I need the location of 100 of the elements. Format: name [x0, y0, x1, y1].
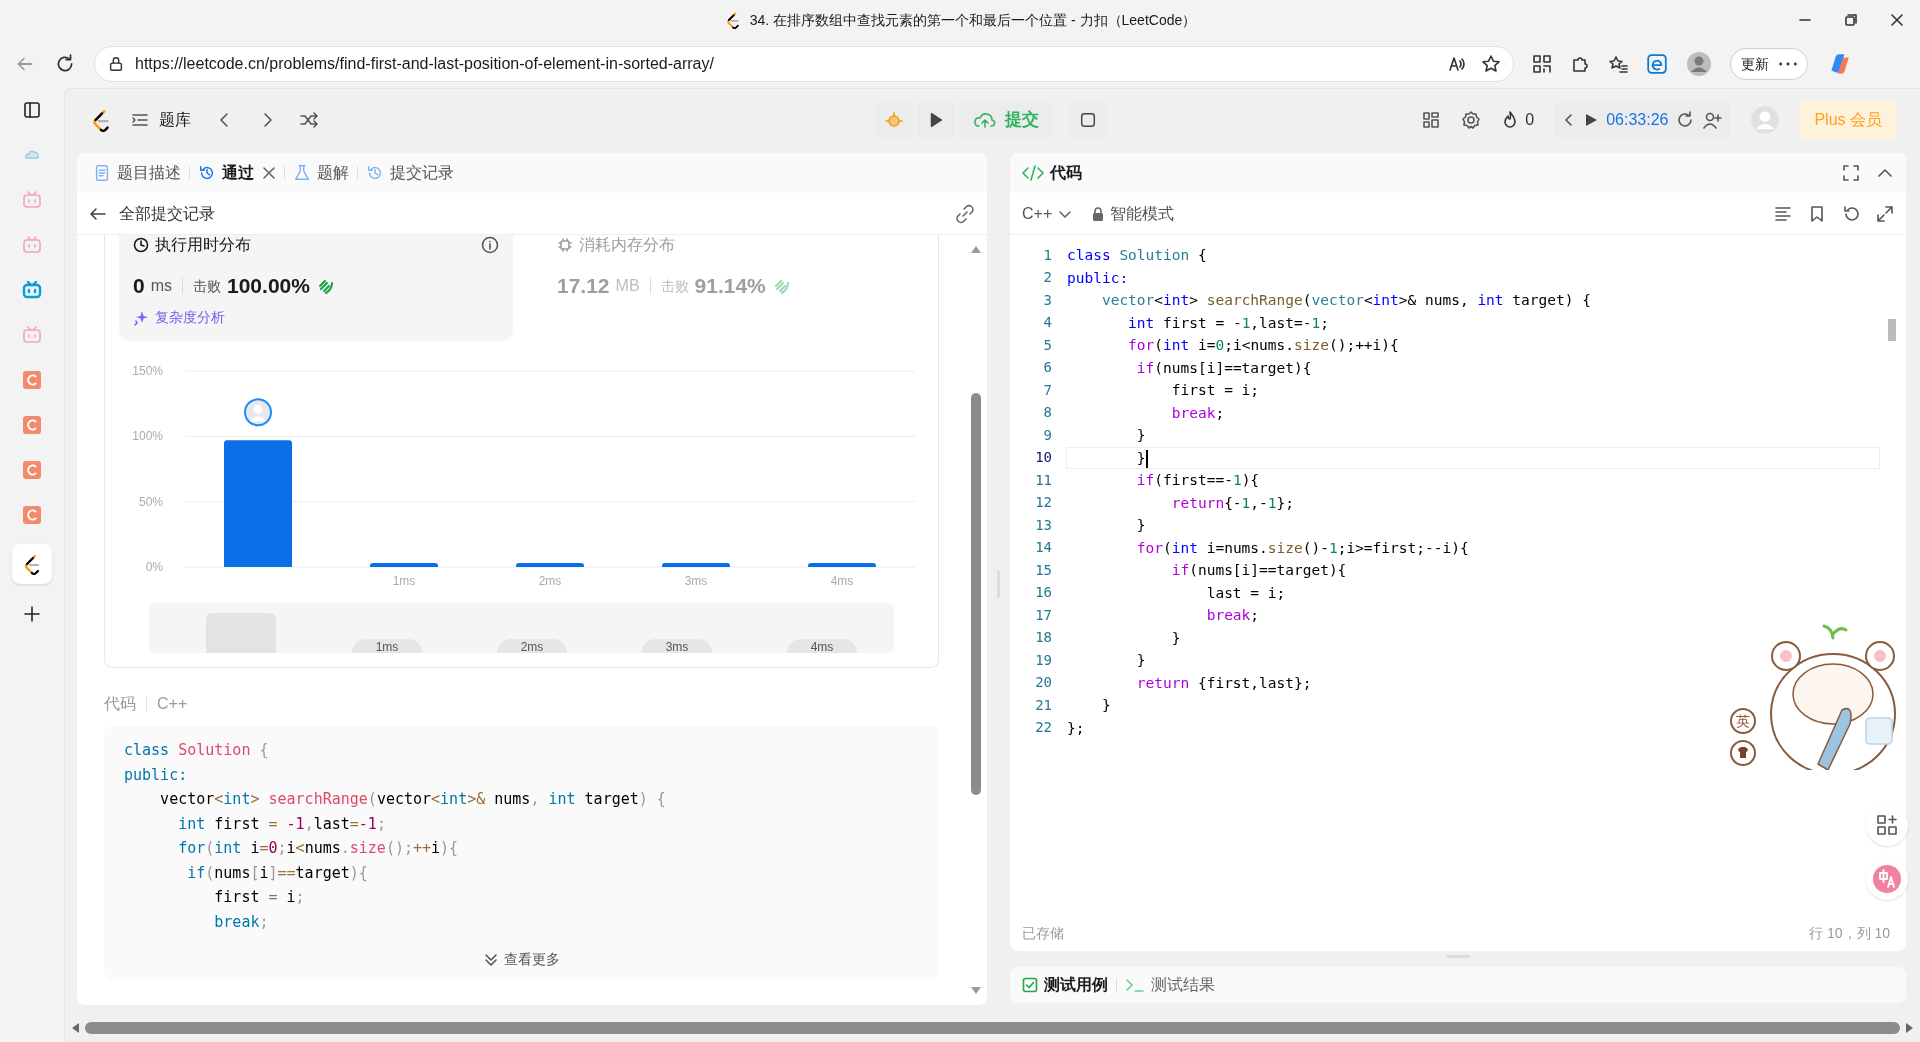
code-line[interactable]: if(nums[i]==target){: [1066, 559, 1348, 582]
code-line[interactable]: public:: [1066, 266, 1130, 289]
add-user-icon[interactable]: [1702, 110, 1723, 130]
star-icon[interactable]: [1481, 54, 1501, 74]
code-line[interactable]: class Solution {: [1066, 244, 1208, 267]
panel-title: 代码: [1050, 163, 1082, 183]
scroll-down-icon[interactable]: [971, 987, 981, 995]
scroll-left-icon[interactable]: [71, 1023, 79, 1033]
show-more-button[interactable]: 查看更多: [483, 949, 560, 970]
window-title: 34. 在排序数组中查找元素的第一个和最后一个位置 - 力扣（LeetCode）: [749, 10, 1197, 30]
axis-label: 100%: [132, 429, 163, 444]
save-status: 已存储: [1022, 924, 1064, 943]
code-line[interactable]: for(int i=0;i<nums.size();++i){: [1066, 334, 1400, 357]
overview-label: 4ms: [787, 639, 857, 653]
puzzle-icon[interactable]: [1570, 54, 1590, 74]
panel-tab[interactable]: 题解: [293, 161, 349, 185]
cloud-upload-icon: [973, 110, 997, 130]
line-number: 11: [1034, 470, 1052, 490]
panel-tab[interactable]: 提交记录: [366, 161, 454, 185]
code-line[interactable]: return {first,last};: [1066, 671, 1313, 694]
shuffle-icon[interactable]: [299, 110, 319, 130]
code-line[interactable]: }: [1066, 626, 1182, 649]
play-icon[interactable]: [1584, 113, 1599, 127]
scrollbar-thumb[interactable]: [971, 393, 981, 795]
address-bar[interactable]: https://leetcode.cn/problems/find-first-and-last-position-of-element-in-sorted-array/: [94, 46, 1514, 82]
panel-tab[interactable]: 测试用例: [1022, 973, 1108, 997]
avatar-icon[interactable]: [1686, 51, 1712, 77]
add-icon[interactable]: [22, 603, 42, 624]
expand-icon[interactable]: [1876, 204, 1894, 223]
complexity-analysis-link[interactable]: 复杂度分析: [133, 307, 499, 328]
favorites-icon[interactable]: [1608, 54, 1628, 74]
history-icon: [198, 164, 216, 182]
format-icon[interactable]: [1774, 204, 1792, 223]
code-line[interactable]: vector<int> searchRange(vector<int>& nums, int target) {: [1066, 289, 1592, 312]
code-line[interactable]: int first = -1,last=-1;: [1066, 311, 1330, 334]
code-line: public:: [124, 764, 189, 786]
beats-label: 击败: [193, 276, 221, 296]
axis-label: 150%: [132, 364, 163, 378]
reset-icon[interactable]: [1676, 111, 1695, 129]
axis-label: 3ms: [684, 574, 708, 588]
code-line[interactable]: break;: [1066, 401, 1226, 424]
code-line[interactable]: first = i;: [1066, 379, 1261, 402]
code-line: for(int i=0;i<nums.size();++i){: [177, 838, 460, 859]
undo-icon[interactable]: [1842, 204, 1860, 223]
line-number: 16: [1034, 583, 1052, 603]
cursor-position: 行 10，列 10: [1809, 924, 1891, 943]
back-link[interactable]: 全部提交记录: [89, 201, 215, 226]
chart-overview[interactable]: 1ms 2ms 3ms 4ms: [149, 603, 894, 653]
scroll-right-icon[interactable]: [1906, 1023, 1914, 1033]
stat-card[interactable]: 执行用时分布 0 ms 击败 100.00% 复杂度分析: [119, 235, 513, 341]
scrollbar-thumb[interactable]: [1888, 319, 1896, 341]
mode-label: 智能模式: [1110, 203, 1175, 224]
read-aloud-icon[interactable]: [1447, 54, 1467, 74]
language-dropdown[interactable]: C++: [1022, 201, 1073, 226]
line-number: 15: [1034, 560, 1052, 580]
browser-logo-icon[interactable]: [1646, 53, 1668, 75]
code-line[interactable]: };: [1066, 716, 1086, 739]
run-icon[interactable]: [917, 101, 955, 139]
line-number: 10: [1034, 448, 1052, 468]
line-number: 9: [1042, 425, 1052, 445]
link-icon[interactable]: [955, 203, 975, 224]
stat-unit: MB: [615, 276, 640, 296]
close-icon[interactable]: [262, 166, 276, 180]
tv-icon[interactable]: [22, 279, 42, 300]
code-line[interactable]: for(int i=nums.size()-1;i>=first;--i){: [1066, 536, 1470, 559]
code-line[interactable]: if(nums[i]==target){: [1066, 356, 1313, 379]
code-line[interactable]: }: [1066, 514, 1147, 537]
update-button[interactable]: 更新: [1730, 48, 1808, 80]
info-icon[interactable]: [481, 236, 499, 254]
code-line[interactable]: if(first==-1){: [1066, 469, 1261, 492]
fullscreen-icon[interactable]: [1842, 164, 1860, 182]
code-line[interactable]: return{-1,-1};: [1066, 491, 1295, 514]
code-line[interactable]: break;: [1066, 604, 1261, 627]
panel-tab[interactable]: 题目描述: [93, 161, 181, 185]
line-number: 14: [1034, 538, 1052, 558]
layout-icon[interactable]: [1421, 110, 1442, 130]
note-icon[interactable]: [1069, 101, 1107, 139]
beats-value: 91.14%: [694, 273, 766, 300]
code-line[interactable]: last = i;: [1066, 581, 1287, 604]
axis-label: 2ms: [538, 574, 562, 588]
line-number: 12: [1034, 493, 1052, 513]
code-line[interactable]: }: [1066, 694, 1112, 717]
settings-icon[interactable]: [1461, 110, 1482, 130]
line-number: 4: [1042, 313, 1052, 333]
panel-tab[interactable]: 通过: [198, 161, 276, 185]
qr-code-icon[interactable]: [1532, 54, 1552, 74]
panel-tab[interactable]: 测试结果: [1125, 973, 1215, 997]
code-line[interactable]: }: [1066, 649, 1147, 672]
avatar-marker-icon[interactable]: [244, 398, 272, 427]
list-icon: [131, 111, 149, 129]
scrollbar-thumb[interactable]: [85, 1022, 1900, 1034]
scroll-up-icon[interactable]: [971, 245, 981, 253]
problem-list-button[interactable]: 题库: [131, 108, 191, 132]
history-icon: [366, 164, 384, 182]
line-number: 8: [1042, 403, 1052, 423]
bookmark-icon[interactable]: [1808, 204, 1826, 223]
terminal-icon: [1125, 977, 1145, 993]
code-line[interactable]: }: [1066, 424, 1147, 447]
code-line: int first = -1,last=-1;: [177, 813, 387, 835]
tabs-icon[interactable]: [22, 99, 42, 120]
